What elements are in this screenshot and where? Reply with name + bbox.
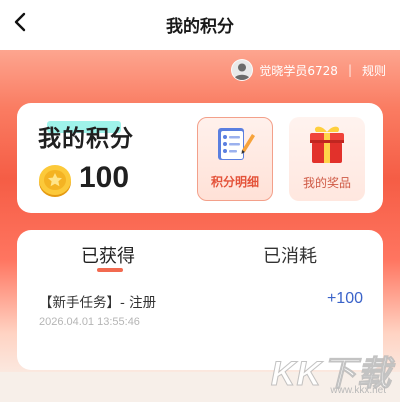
- my-prizes-button[interactable]: 我的奖品: [289, 117, 365, 201]
- record-title: 【新手任务】- 注册: [39, 295, 157, 311]
- record-timestamp: 2026.04.01 13:55:46: [39, 316, 140, 328]
- points-detail-button[interactable]: 积分明细: [197, 117, 273, 201]
- rules-link[interactable]: 规则: [362, 62, 386, 79]
- points-title: 我的积分: [38, 126, 134, 152]
- active-tab-indicator: [97, 268, 123, 272]
- coin-icon: [37, 163, 73, 199]
- my-prizes-label: 我的奖品: [302, 176, 351, 190]
- tab-spent[interactable]: 已消耗: [263, 242, 317, 268]
- points-card: 我的积分 100 积分明细 我的奖品: [17, 103, 383, 213]
- top-bar: 我的积分: [0, 0, 400, 50]
- gift-box-icon: [304, 123, 350, 169]
- record-points: +100: [326, 290, 363, 307]
- divider: |: [347, 63, 352, 77]
- avatar[interactable]: [231, 59, 254, 81]
- points-detail-label: 积分明细: [210, 175, 259, 189]
- watermark-url: www.kkx.net: [330, 385, 386, 396]
- points-title-wrap: 我的积分: [38, 119, 134, 153]
- points-value: 100: [79, 161, 130, 194]
- page-title: 我的积分: [166, 17, 234, 37]
- checklist-icon: [212, 124, 258, 168]
- user-name: 觉晓学员6728: [259, 63, 338, 78]
- user-strip: 觉晓学员6728 | 规则: [231, 58, 386, 82]
- tab-earned[interactable]: 已获得: [81, 242, 135, 268]
